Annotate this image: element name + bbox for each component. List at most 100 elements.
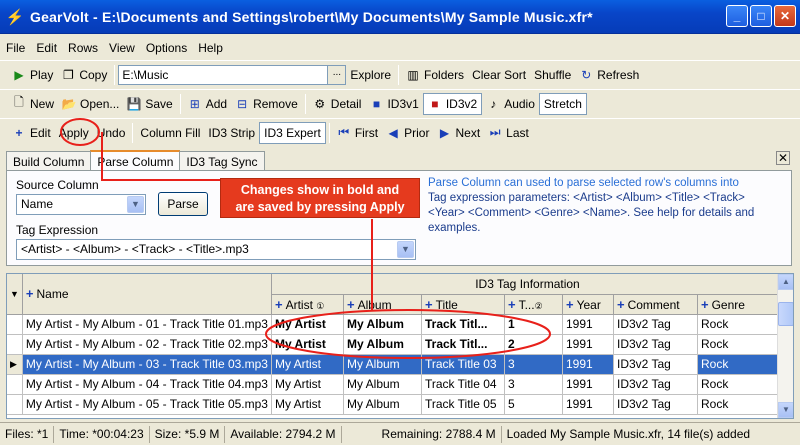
tab-id3-tag-sync[interactable]: ID3 Tag Sync: [179, 151, 265, 171]
scroll-up-icon[interactable]: ▲: [778, 274, 793, 290]
cell-name[interactable]: My Artist - My Album - 03 - Track Title …: [22, 354, 272, 375]
scroll-down-icon[interactable]: ▼: [778, 402, 793, 418]
new-button[interactable]: 🗋 New: [8, 93, 58, 115]
cell-genre[interactable]: Rock: [697, 374, 784, 395]
cell-genre[interactable]: Rock: [697, 394, 784, 415]
path-input[interactable]: E:\Music...: [118, 64, 347, 85]
detail-button[interactable]: ⚙ Detail: [309, 93, 366, 115]
undo-button[interactable]: Undo: [93, 122, 130, 144]
source-column-select[interactable]: Name ▼: [16, 194, 146, 215]
cell-name[interactable]: My Artist - My Album - 02 - Track Title …: [22, 334, 272, 355]
shuffle-button[interactable]: Shuffle: [530, 64, 575, 86]
copy-button[interactable]: ❐ Copy: [57, 64, 111, 86]
column-header-artist[interactable]: + Artist ①: [271, 294, 344, 315]
cell-artist[interactable]: My Artist: [271, 374, 344, 395]
next-button[interactable]: ▶ Next: [433, 122, 484, 144]
cell-name[interactable]: My Artist - My Album - 04 - Track Title …: [22, 374, 272, 395]
cell-comment[interactable]: ID3v2 Tag: [613, 394, 698, 415]
apply-button[interactable]: Apply: [55, 122, 93, 144]
cell-album[interactable]: My Album: [343, 354, 422, 375]
minimize-button[interactable]: _: [726, 5, 748, 27]
row-indicator[interactable]: ▶: [7, 354, 23, 375]
title-bar[interactable]: ⚡ GearVolt - E:\Documents and Settings\r…: [0, 0, 800, 34]
cell-album[interactable]: My Album: [343, 374, 422, 395]
cell-artist[interactable]: My Artist: [271, 394, 344, 415]
row-header-corner[interactable]: ▼: [7, 274, 23, 315]
menu-rows[interactable]: Rows: [68, 41, 98, 55]
cell-title[interactable]: Track Titl...: [421, 334, 505, 355]
cell-year[interactable]: 1991: [562, 314, 614, 335]
table-row[interactable]: My Artist - My Album - 04 - Track Title …: [7, 374, 784, 395]
cell-title[interactable]: Track Title 03: [421, 354, 505, 375]
cell-comment[interactable]: ID3v2 Tag: [613, 374, 698, 395]
tag-expression-select[interactable]: <Artist> - <Album> - <Track> - <Title>.m…: [16, 239, 416, 260]
table-row[interactable]: ▶ My Artist - My Album - 03 - Track Title…: [7, 354, 784, 375]
open-button[interactable]: 📂 Open...: [58, 93, 123, 115]
folders-button[interactable]: ▥ Folders: [402, 64, 468, 86]
remove-button[interactable]: ⊟ Remove: [231, 93, 302, 115]
app-icon[interactable]: ⚡: [6, 8, 25, 26]
edit-button[interactable]: + Edit: [8, 122, 55, 144]
cell-album[interactable]: My Album: [343, 334, 422, 355]
parse-button[interactable]: Parse: [158, 192, 208, 216]
column-header-year[interactable]: + Year: [562, 294, 614, 315]
refresh-button[interactable]: ↻ Refresh: [575, 64, 643, 86]
cell-artist[interactable]: My Artist: [271, 334, 344, 355]
menu-file[interactable]: File: [6, 41, 25, 55]
cell-name[interactable]: My Artist - My Album - 01 - Track Title …: [22, 314, 272, 335]
cell-track[interactable]: 1: [504, 314, 563, 335]
tab-parse-column[interactable]: Parse Column: [90, 150, 181, 172]
cell-title[interactable]: Track Titl...: [421, 314, 505, 335]
cell-track[interactable]: 5: [504, 394, 563, 415]
column-header-genre[interactable]: + Genre: [697, 294, 784, 315]
cell-album[interactable]: My Album: [343, 394, 422, 415]
menu-view[interactable]: View: [109, 41, 135, 55]
close-panel-icon[interactable]: ✕: [776, 151, 790, 165]
prior-button[interactable]: ◀ Prior: [382, 122, 433, 144]
explore-button[interactable]: Explore: [346, 64, 395, 86]
id3v2-button[interactable]: ■ ID3v2: [422, 92, 483, 115]
cell-track[interactable]: 2: [504, 334, 563, 355]
cell-comment[interactable]: ID3v2 Tag: [613, 334, 698, 355]
id3-expert-button[interactable]: ID3 Expert: [259, 121, 326, 144]
row-indicator[interactable]: [7, 374, 23, 395]
cell-year[interactable]: 1991: [562, 394, 614, 415]
close-button[interactable]: ✕: [774, 5, 796, 27]
cell-comment[interactable]: ID3v2 Tag: [613, 314, 698, 335]
cell-album[interactable]: My Album: [343, 314, 422, 335]
column-fill-button[interactable]: Column Fill: [136, 122, 204, 144]
column-header-comment[interactable]: + Comment: [613, 294, 698, 315]
cell-year[interactable]: 1991: [562, 374, 614, 395]
row-indicator[interactable]: [7, 314, 23, 335]
cell-track[interactable]: 3: [504, 354, 563, 375]
column-header-name[interactable]: + Name: [22, 274, 272, 315]
column-header-title[interactable]: + Title: [421, 294, 505, 315]
cell-genre[interactable]: Rock: [697, 334, 784, 355]
save-button[interactable]: 💾 Save: [123, 93, 176, 115]
cell-artist[interactable]: My Artist: [271, 354, 344, 375]
menu-edit[interactable]: Edit: [36, 41, 57, 55]
row-indicator[interactable]: [7, 334, 23, 355]
browse-button[interactable]: ...: [327, 65, 346, 84]
menu-options[interactable]: Options: [146, 41, 187, 55]
cell-title[interactable]: Track Title 04: [421, 374, 505, 395]
first-button[interactable]: ⏮ First: [333, 122, 382, 144]
vertical-scrollbar[interactable]: ▲ ▼: [777, 274, 793, 418]
cell-genre[interactable]: Rock: [697, 314, 784, 335]
table-row[interactable]: My Artist - My Album - 01 - Track Title …: [7, 314, 784, 335]
cell-year[interactable]: 1991: [562, 334, 614, 355]
column-header-track[interactable]: + T...②: [504, 294, 563, 315]
stretch-button[interactable]: Stretch: [538, 92, 587, 115]
cell-title[interactable]: Track Title 05: [421, 394, 505, 415]
tab-build-column[interactable]: Build Column: [6, 151, 92, 171]
cell-genre[interactable]: Rock: [697, 354, 784, 375]
table-row[interactable]: My Artist - My Album - 02 - Track Title …: [7, 334, 784, 355]
cell-track[interactable]: 3: [504, 374, 563, 395]
id3-strip-button[interactable]: ID3 Strip: [204, 122, 259, 144]
play-button[interactable]: ▶ Play: [8, 64, 57, 86]
audio-button[interactable]: ♪ Audio: [482, 93, 539, 115]
last-button[interactable]: ⏭ Last: [484, 122, 533, 144]
menu-help[interactable]: Help: [198, 41, 223, 55]
cell-artist[interactable]: My Artist: [271, 314, 344, 335]
row-indicator[interactable]: [7, 394, 23, 415]
